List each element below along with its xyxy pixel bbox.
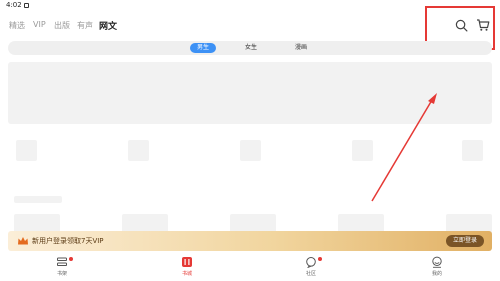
vip-promo-banner[interactable]: 新用户登录领取7天VIP 立即登录 (8, 231, 492, 251)
category-placeholder (16, 140, 37, 161)
nav-tab-featured[interactable]: 精选 (9, 20, 25, 31)
section-title-placeholder (14, 196, 62, 203)
profile-icon (432, 256, 442, 268)
nav-tab-publishing[interactable]: 出版 (54, 20, 70, 31)
status-time: 4:02 (6, 1, 22, 9)
banner-placeholder (8, 62, 492, 124)
bottom-nav-community[interactable]: 社区 (291, 256, 331, 277)
nav-tab-audio[interactable]: 有声 (77, 20, 93, 31)
bottom-nav-label: 社区 (305, 271, 316, 277)
category-placeholder (462, 140, 483, 161)
bottom-nav-bookstore[interactable]: 书城 (167, 256, 207, 277)
bottom-nav-label: 书城 (181, 271, 192, 277)
nav-tab-vip[interactable]: VIP (33, 20, 46, 29)
sub-tab-comics[interactable]: 漫画 (288, 43, 314, 53)
login-button[interactable]: 立即登录 (446, 235, 484, 247)
sub-tab-female[interactable]: 女生 (238, 43, 264, 53)
shelf-icon (57, 257, 67, 266)
promo-text: 新用户登录领取7天VIP (32, 237, 104, 245)
bottom-nav-label: 我的 (431, 271, 442, 277)
notification-dot (318, 257, 322, 261)
category-placeholder (352, 140, 373, 161)
sub-tab-male[interactable]: 男生 (190, 43, 217, 53)
bottom-nav: 书架 书城 社区 我的 (0, 253, 500, 281)
sim-icon (24, 3, 29, 8)
bottom-nav-shelf[interactable]: 书架 (42, 256, 82, 277)
bookstore-icon (182, 257, 192, 267)
category-placeholder (240, 140, 261, 161)
crown-icon (18, 237, 28, 245)
notification-dot (69, 257, 73, 261)
bottom-nav-label: 书架 (56, 271, 67, 277)
category-placeholder (128, 140, 149, 161)
community-icon (306, 257, 316, 268)
nav-tab-web-novels[interactable]: 网文 (99, 19, 117, 32)
sub-tab-bar: 男生 女生 漫画 (8, 41, 492, 55)
bottom-nav-profile[interactable]: 我的 (417, 256, 457, 277)
